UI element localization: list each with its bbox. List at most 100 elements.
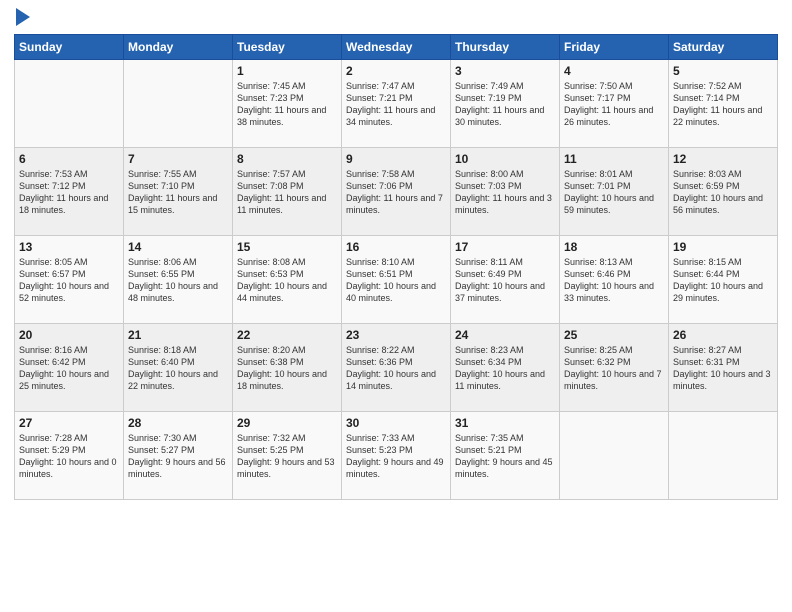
day-number: 20 <box>19 328 119 342</box>
day-number: 11 <box>564 152 664 166</box>
cell-details: Sunrise: 8:23 AMSunset: 6:34 PMDaylight:… <box>455 344 555 393</box>
page: SundayMondayTuesdayWednesdayThursdayFrid… <box>0 0 792 612</box>
cell-2-5: 18 Sunrise: 8:13 AMSunset: 6:46 PMDayligh… <box>560 236 669 324</box>
day-number: 8 <box>237 152 337 166</box>
col-header-sunday: Sunday <box>15 35 124 60</box>
cell-2-4: 17Sunrise: 8:11 AMSunset: 6:49 PMDayligh… <box>451 236 560 324</box>
day-number: 19 <box>673 240 773 254</box>
cell-details: Sunrise: 7:33 AMSunset: 5:23 PMDaylight:… <box>346 432 446 481</box>
col-header-saturday: Saturday <box>669 35 778 60</box>
cell-0-2: 1Sunrise: 7:45 AMSunset: 7:23 PMDaylight… <box>233 60 342 148</box>
cell-details: Sunrise: 7:28 AMSunset: 5:29 PMDaylight:… <box>19 432 119 481</box>
day-number: 30 <box>346 416 446 430</box>
cell-2-2: 15 Sunrise: 8:08 AMSunset: 6:53 PMDayligh… <box>233 236 342 324</box>
cell-2-0: 13 Sunrise: 8:05 AMSunset: 6:57 PMDayligh… <box>15 236 124 324</box>
calendar-table: SundayMondayTuesdayWednesdayThursdayFrid… <box>14 34 778 500</box>
cell-details: Sunrise: 7:50 AMSunset: 7:17 PMDaylight:… <box>564 80 664 129</box>
day-number: 27 <box>19 416 119 430</box>
day-number: 6 <box>19 152 119 166</box>
cell-0-5: 4 Sunrise: 7:50 AMSunset: 7:17 PMDaylight… <box>560 60 669 148</box>
day-number: 15 <box>237 240 337 254</box>
cell-2-6: 19 Sunrise: 8:15 AMSunset: 6:44 PMDayligh… <box>669 236 778 324</box>
cell-details: Sunrise: 8:05 AMSunset: 6:57 PMDaylight:… <box>19 256 119 305</box>
cell-2-3: 16 Sunrise: 8:10 AMSunset: 6:51 PMDayligh… <box>342 236 451 324</box>
logo-arrow-icon <box>16 8 30 26</box>
cell-1-1: 7Sunrise: 7:55 AMSunset: 7:10 PMDaylight… <box>124 148 233 236</box>
day-number: 26 <box>673 328 773 342</box>
cell-details: Sunrise: 7:57 AMSunset: 7:08 PMDaylight:… <box>237 168 337 217</box>
cell-details: Sunrise: 8:25 AMSunset: 6:32 PMDaylight:… <box>564 344 664 393</box>
col-header-friday: Friday <box>560 35 669 60</box>
cell-details: Sunrise: 8:08 AMSunset: 6:53 PMDaylight:… <box>237 256 337 305</box>
day-number: 28 <box>128 416 228 430</box>
cell-3-5: 25 Sunrise: 8:25 AMSunset: 6:32 PMDayligh… <box>560 324 669 412</box>
day-number: 7 <box>128 152 228 166</box>
header-row: SundayMondayTuesdayWednesdayThursdayFrid… <box>15 35 778 60</box>
cell-details: Sunrise: 7:32 AMSunset: 5:25 PMDaylight:… <box>237 432 337 481</box>
day-number: 25 <box>564 328 664 342</box>
col-header-tuesday: Tuesday <box>233 35 342 60</box>
day-number: 14 <box>128 240 228 254</box>
cell-1-3: 9 Sunrise: 7:58 AMSunset: 7:06 PMDaylight… <box>342 148 451 236</box>
cell-3-2: 22 Sunrise: 8:20 AMSunset: 6:38 PMDayligh… <box>233 324 342 412</box>
cell-4-6 <box>669 412 778 500</box>
day-number: 31 <box>455 416 555 430</box>
cell-details: Sunrise: 7:52 AMSunset: 7:14 PMDaylight:… <box>673 80 773 129</box>
cell-details: Sunrise: 8:18 AMSunset: 6:40 PMDaylight:… <box>128 344 228 393</box>
cell-details: Sunrise: 7:53 AMSunset: 7:12 PMDaylight:… <box>19 168 119 217</box>
cell-details: Sunrise: 8:11 AMSunset: 6:49 PMDaylight:… <box>455 256 555 305</box>
cell-details: Sunrise: 8:22 AMSunset: 6:36 PMDaylight:… <box>346 344 446 393</box>
cell-0-1 <box>124 60 233 148</box>
day-number: 18 <box>564 240 664 254</box>
cell-details: Sunrise: 8:27 AMSunset: 6:31 PMDaylight:… <box>673 344 773 393</box>
day-number: 5 <box>673 64 773 78</box>
day-number: 24 <box>455 328 555 342</box>
col-header-monday: Monday <box>124 35 233 60</box>
day-number: 9 <box>346 152 446 166</box>
day-number: 10 <box>455 152 555 166</box>
cell-4-3: 30 Sunrise: 7:33 AMSunset: 5:23 PMDayligh… <box>342 412 451 500</box>
cell-details: Sunrise: 8:03 AMSunset: 6:59 PMDaylight:… <box>673 168 773 217</box>
day-number: 21 <box>128 328 228 342</box>
day-number: 1 <box>237 64 337 78</box>
day-number: 4 <box>564 64 664 78</box>
cell-3-3: 23 Sunrise: 8:22 AMSunset: 6:36 PMDayligh… <box>342 324 451 412</box>
cell-3-6: 26 Sunrise: 8:27 AMSunset: 6:31 PMDayligh… <box>669 324 778 412</box>
cell-details: Sunrise: 8:20 AMSunset: 6:38 PMDaylight:… <box>237 344 337 393</box>
cell-details: Sunrise: 8:01 AMSunset: 7:01 PMDaylight:… <box>564 168 664 217</box>
cell-details: Sunrise: 8:06 AMSunset: 6:55 PMDaylight:… <box>128 256 228 305</box>
day-number: 22 <box>237 328 337 342</box>
col-header-thursday: Thursday <box>451 35 560 60</box>
day-number: 29 <box>237 416 337 430</box>
cell-1-5: 11 Sunrise: 8:01 AMSunset: 7:01 PMDayligh… <box>560 148 669 236</box>
cell-3-0: 20 Sunrise: 8:16 AMSunset: 6:42 PMDayligh… <box>15 324 124 412</box>
cell-details: Sunrise: 7:35 AMSunset: 5:21 PMDaylight:… <box>455 432 555 481</box>
cell-1-4: 10Sunrise: 8:00 AMSunset: 7:03 PMDayligh… <box>451 148 560 236</box>
cell-4-0: 27 Sunrise: 7:28 AMSunset: 5:29 PMDayligh… <box>15 412 124 500</box>
day-number: 16 <box>346 240 446 254</box>
cell-1-2: 8 Sunrise: 7:57 AMSunset: 7:08 PMDaylight… <box>233 148 342 236</box>
cell-4-2: 29 Sunrise: 7:32 AMSunset: 5:25 PMDayligh… <box>233 412 342 500</box>
day-number: 13 <box>19 240 119 254</box>
cell-details: Sunrise: 8:10 AMSunset: 6:51 PMDaylight:… <box>346 256 446 305</box>
cell-details: Sunrise: 8:13 AMSunset: 6:46 PMDaylight:… <box>564 256 664 305</box>
cell-1-0: 6 Sunrise: 7:53 AMSunset: 7:12 PMDaylight… <box>15 148 124 236</box>
day-number: 2 <box>346 64 446 78</box>
cell-details: Sunrise: 8:15 AMSunset: 6:44 PMDaylight:… <box>673 256 773 305</box>
cell-1-6: 12 Sunrise: 8:03 AMSunset: 6:59 PMDayligh… <box>669 148 778 236</box>
day-number: 23 <box>346 328 446 342</box>
day-number: 12 <box>673 152 773 166</box>
cell-0-0 <box>15 60 124 148</box>
cell-0-4: 3Sunrise: 7:49 AMSunset: 7:19 PMDaylight… <box>451 60 560 148</box>
cell-details: Sunrise: 8:16 AMSunset: 6:42 PMDaylight:… <box>19 344 119 393</box>
cell-details: Sunrise: 7:47 AMSunset: 7:21 PMDaylight:… <box>346 80 446 129</box>
logo <box>14 10 30 26</box>
cell-details: Sunrise: 7:30 AMSunset: 5:27 PMDaylight:… <box>128 432 228 481</box>
week-row-2: 13 Sunrise: 8:05 AMSunset: 6:57 PMDayligh… <box>15 236 778 324</box>
cell-4-5 <box>560 412 669 500</box>
col-header-wednesday: Wednesday <box>342 35 451 60</box>
cell-0-3: 2 Sunrise: 7:47 AMSunset: 7:21 PMDaylight… <box>342 60 451 148</box>
cell-2-1: 14 Sunrise: 8:06 AMSunset: 6:55 PMDayligh… <box>124 236 233 324</box>
cell-3-1: 21 Sunrise: 8:18 AMSunset: 6:40 PMDayligh… <box>124 324 233 412</box>
cell-details: Sunrise: 7:58 AMSunset: 7:06 PMDaylight:… <box>346 168 446 217</box>
